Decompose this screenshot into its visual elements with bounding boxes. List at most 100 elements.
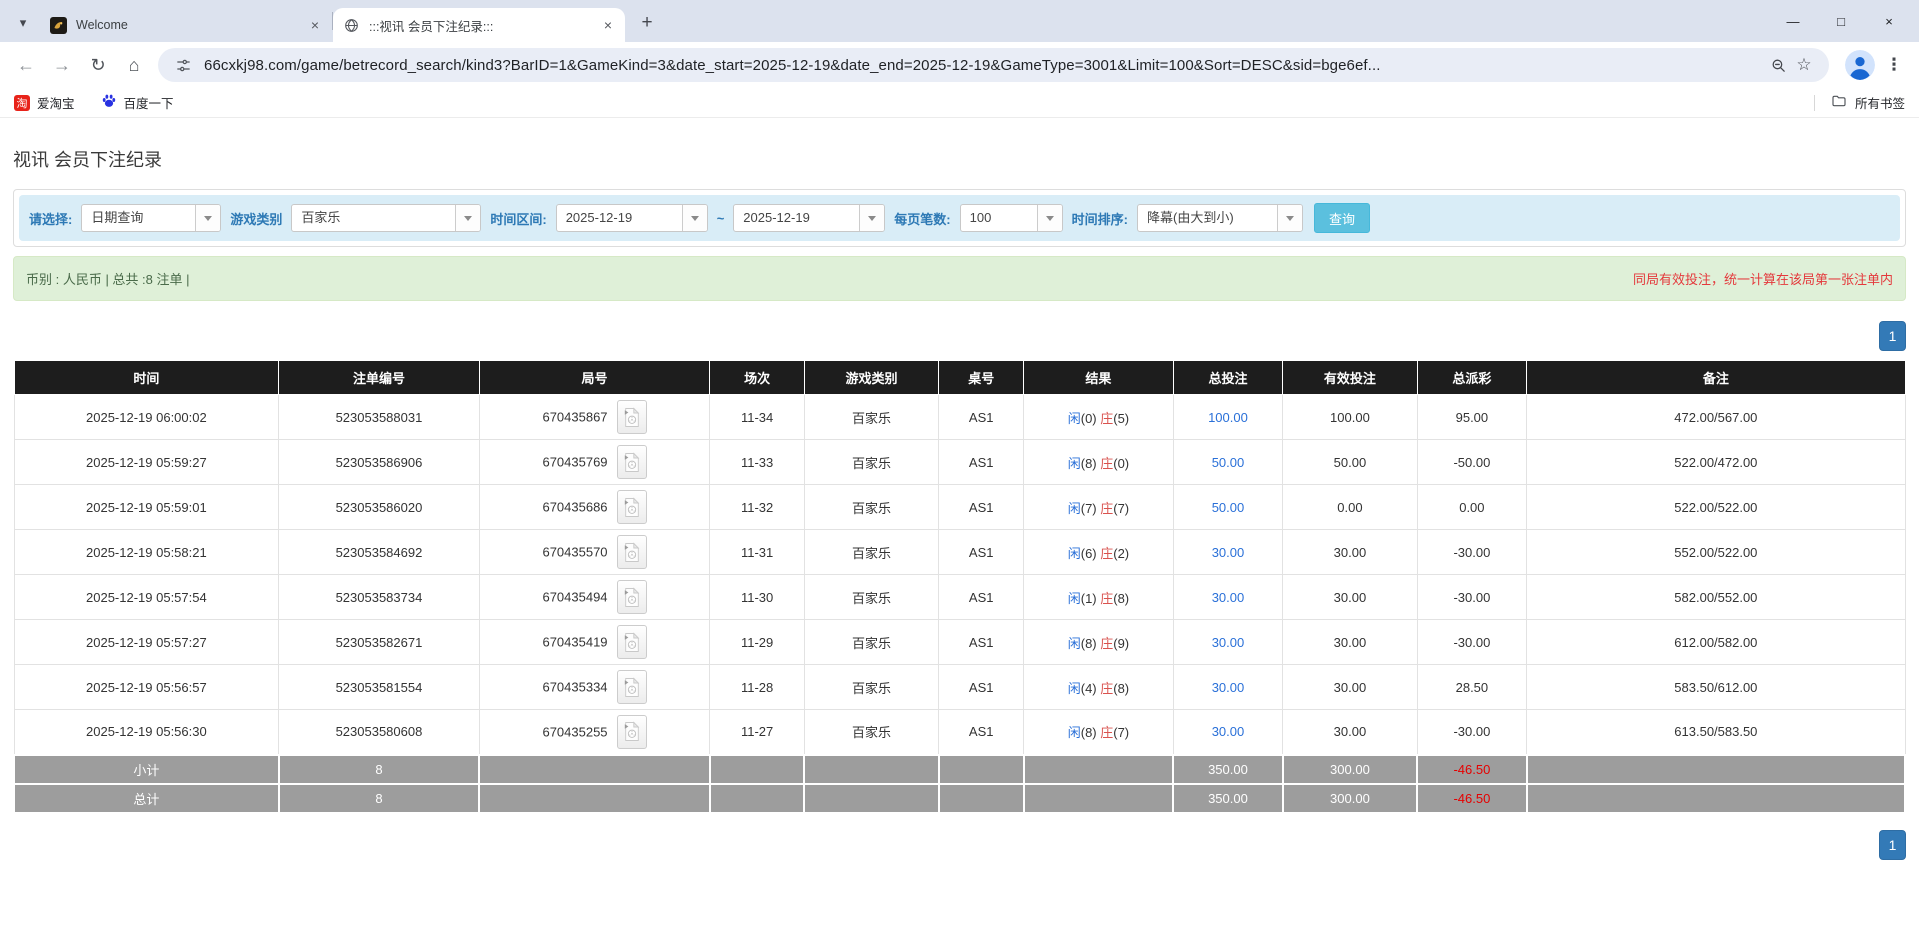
- cell-round-id: 670435255: [479, 710, 710, 755]
- profile-avatar[interactable]: [1845, 50, 1875, 80]
- video-replay-button[interactable]: [617, 445, 647, 479]
- result-banker-count: (7): [1113, 501, 1129, 516]
- cell-session: 11-28: [710, 665, 805, 710]
- per-page-value: 100: [961, 205, 1037, 231]
- result-banker-count: (2): [1113, 546, 1129, 561]
- result-player-count: (0): [1081, 411, 1101, 426]
- cell-game-kind: 百家乐: [804, 485, 938, 530]
- url-text[interactable]: 66cxkj98.com/game/betrecord_search/kind3…: [204, 57, 1757, 74]
- result-banker-count: (8): [1113, 591, 1129, 606]
- column-header: 总派彩: [1417, 361, 1527, 395]
- home-button[interactable]: ⌂: [116, 47, 152, 83]
- cell-payout: -30.00: [1417, 575, 1527, 620]
- bookmark-star-icon[interactable]: ☆: [1791, 52, 1817, 78]
- column-header: 游戏类别: [804, 361, 938, 395]
- sum-empty-cell: [804, 784, 938, 813]
- round-number: 670435769: [542, 455, 607, 470]
- cell-total-bet: 30.00: [1173, 665, 1283, 710]
- cell-bet-time: 2025-12-19 05:59:01: [14, 485, 279, 530]
- total-bet-link[interactable]: 30.00: [1212, 590, 1245, 605]
- sum-empty-cell: [710, 755, 805, 784]
- date-end-picker[interactable]: 2025-12-19: [733, 204, 885, 232]
- chevron-down-icon[interactable]: [1037, 205, 1062, 231]
- video-replay-button[interactable]: [617, 625, 647, 659]
- minimize-button[interactable]: —: [1769, 0, 1817, 42]
- reload-button[interactable]: ↻: [80, 47, 116, 83]
- total-bet-link[interactable]: 50.00: [1212, 455, 1245, 470]
- cell-valid-bet: 30.00: [1283, 665, 1417, 710]
- address-bar[interactable]: 66cxkj98.com/game/betrecord_search/kind3…: [158, 48, 1829, 82]
- column-header: 注单编号: [279, 361, 479, 395]
- new-tab-button[interactable]: +: [633, 9, 661, 37]
- chevron-down-icon[interactable]: [859, 205, 884, 231]
- close-window-button[interactable]: ×: [1865, 0, 1913, 42]
- sum-valid-bet: 300.00: [1283, 755, 1417, 784]
- zoom-out-icon[interactable]: [1765, 52, 1791, 78]
- page-button-1[interactable]: 1: [1879, 321, 1906, 351]
- bookmark-aitaobao[interactable]: 淘 爱淘宝: [14, 93, 75, 112]
- search-button[interactable]: 查询: [1314, 203, 1370, 233]
- forward-button[interactable]: →: [44, 47, 80, 83]
- sum-empty-cell: [939, 755, 1024, 784]
- cell-remark: 472.00/567.00: [1527, 395, 1905, 440]
- video-replay-button[interactable]: [617, 670, 647, 704]
- result-banker-label: 庄: [1100, 725, 1113, 740]
- tab-welcome[interactable]: Welcome ×: [40, 8, 332, 42]
- chevron-down-icon[interactable]: [682, 205, 707, 231]
- video-replay-button[interactable]: [617, 535, 647, 569]
- maximize-button[interactable]: □: [1817, 0, 1865, 42]
- result-player-count: (1): [1081, 591, 1101, 606]
- sum-payout: -46.50: [1417, 784, 1527, 813]
- back-button[interactable]: ←: [8, 47, 44, 83]
- tab-close-icon[interactable]: ×: [306, 16, 324, 34]
- result-banker-count: (7): [1113, 725, 1129, 740]
- query-type-select[interactable]: 日期查询: [81, 204, 221, 232]
- site-settings-icon[interactable]: [170, 52, 196, 78]
- total-bet-link[interactable]: 100.00: [1208, 410, 1248, 425]
- sum-valid-bet: 300.00: [1283, 784, 1417, 813]
- date-range-tilde: ~: [717, 211, 725, 226]
- pagination-bottom: 1: [13, 830, 1906, 860]
- tab-title: :::视讯 会员下注纪录:::: [369, 16, 591, 35]
- query-type-label: 请选择:: [29, 209, 72, 228]
- cell-bet-time: 2025-12-19 05:56:30: [14, 710, 279, 755]
- page-button-1[interactable]: 1: [1879, 830, 1906, 860]
- chevron-down-icon[interactable]: [1277, 205, 1302, 231]
- cell-round-id: 670435419: [479, 620, 710, 665]
- chevron-down-icon[interactable]: [195, 205, 220, 231]
- sort-select[interactable]: 降幕(由大到小): [1137, 204, 1303, 232]
- all-bookmarks[interactable]: 所有书签: [1814, 93, 1905, 112]
- round-number: 670435867: [542, 410, 607, 425]
- sum-label: 小计: [14, 755, 279, 784]
- page-content: 视讯 会员下注纪录 请选择: 日期查询 游戏类别 百家乐 时间区间: 2025-…: [0, 146, 1919, 860]
- cell-total-bet: 30.00: [1173, 710, 1283, 755]
- cell-bet-time: 2025-12-19 05:59:27: [14, 440, 279, 485]
- per-page-select[interactable]: 100: [960, 204, 1063, 232]
- total-bet-link[interactable]: 30.00: [1212, 545, 1245, 560]
- date-range-label: 时间区间:: [490, 209, 546, 228]
- baidu-paw-icon: [101, 93, 117, 112]
- result-banker-label: 庄: [1100, 501, 1113, 516]
- total-bet-link[interactable]: 30.00: [1212, 680, 1245, 695]
- cell-bet-id: 523053583734: [279, 575, 479, 620]
- video-replay-button[interactable]: [617, 400, 647, 434]
- tab-search-chevron-icon[interactable]: ▾: [10, 8, 36, 38]
- video-replay-button[interactable]: [617, 490, 647, 524]
- chevron-down-icon[interactable]: [455, 205, 480, 231]
- total-bet-link[interactable]: 30.00: [1212, 724, 1245, 739]
- browser-menu-icon[interactable]: ⋮: [1881, 50, 1907, 80]
- cell-table-no: AS1: [939, 575, 1024, 620]
- cell-valid-bet: 50.00: [1283, 440, 1417, 485]
- table-row: 2025-12-19 05:58:21523053584692670435570…: [14, 530, 1905, 575]
- bookmark-baidu[interactable]: 百度一下: [101, 93, 174, 112]
- result-banker-count: (9): [1113, 636, 1129, 651]
- game-kind-select[interactable]: 百家乐: [291, 204, 481, 232]
- total-bet-link[interactable]: 30.00: [1212, 635, 1245, 650]
- tab-bet-records[interactable]: :::视讯 会员下注纪录::: ×: [333, 8, 625, 42]
- date-start-picker[interactable]: 2025-12-19: [556, 204, 708, 232]
- total-bet-link[interactable]: 50.00: [1212, 500, 1245, 515]
- cell-payout: 28.50: [1417, 665, 1527, 710]
- video-replay-button[interactable]: [617, 715, 647, 749]
- video-replay-button[interactable]: [617, 580, 647, 614]
- tab-close-icon[interactable]: ×: [599, 16, 617, 34]
